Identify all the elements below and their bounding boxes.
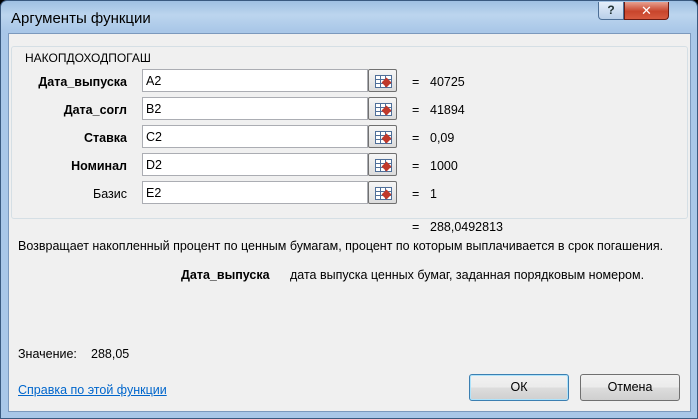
help-on-function-link[interactable]: Справка по этой функции — [18, 383, 167, 397]
equals-sign: = — [412, 159, 420, 173]
ok-button[interactable]: ОК — [469, 374, 569, 401]
value-number: 288,05 — [91, 347, 130, 361]
arg-input-rate[interactable]: C2 — [142, 125, 368, 148]
arg-label-basis: Базис — [93, 187, 127, 201]
argument-description-text: дата выпуска ценных бумаг, заданная поря… — [290, 268, 645, 282]
function-description: Возвращает накопленный процент по ценным… — [18, 239, 664, 253]
arg-input-par[interactable]: D2 — [142, 153, 368, 176]
argument-description-name: Дата_выпуска — [181, 268, 270, 282]
arg-label-par: Номинал — [71, 159, 127, 173]
arg-value-basis: 1 — [430, 187, 437, 201]
value-label: Значение: — [18, 347, 77, 361]
arg-label-rate: Ставка — [84, 131, 127, 145]
arg-input-settlement[interactable]: B2 — [142, 97, 368, 120]
collapse-dialog-button-basis[interactable] — [368, 181, 397, 204]
equals-sign: = — [412, 103, 420, 117]
title-bar[interactable]: Аргументы функции ? ✕ — [1, 1, 697, 33]
arg-label-issue: Дата_выпуска — [38, 75, 127, 89]
function-name: НАКОПДОХОДПОГАШ — [23, 51, 153, 65]
function-arguments-dialog: Аргументы функции ? ✕ НАКОПДОХОДПОГАШ Да… — [0, 0, 698, 419]
equals-sign: = — [412, 131, 420, 145]
arg-value-issue: 40725 — [430, 75, 465, 89]
arg-input-basis[interactable]: E2 — [142, 181, 368, 204]
equals-sign: = — [412, 187, 420, 201]
dialog-body: НАКОПДОХОДПОГАШ Дата_выпуска A2 = 40725 … — [8, 33, 691, 412]
collapse-dialog-button-rate[interactable] — [368, 125, 397, 148]
arg-label-settlement: Дата_согл — [63, 103, 127, 117]
cancel-button[interactable]: Отмена — [580, 374, 680, 401]
arg-value-settlement: 41894 — [430, 103, 465, 117]
collapse-dialog-button-issue[interactable] — [368, 69, 397, 92]
arg-input-issue[interactable]: A2 — [142, 69, 368, 92]
arg-value-par: 1000 — [430, 159, 458, 173]
equals-sign: = — [412, 75, 420, 89]
formula-result: 288,0492813 — [430, 220, 503, 234]
result-equals-sign: = — [412, 220, 420, 234]
collapse-dialog-button-settlement[interactable] — [368, 97, 397, 120]
close-icon[interactable]: ✕ — [624, 2, 669, 20]
help-icon[interactable]: ? — [598, 2, 624, 20]
arg-value-rate: 0,09 — [430, 131, 455, 145]
collapse-dialog-button-par[interactable] — [368, 153, 397, 176]
window-title: Аргументы функции — [11, 10, 151, 27]
